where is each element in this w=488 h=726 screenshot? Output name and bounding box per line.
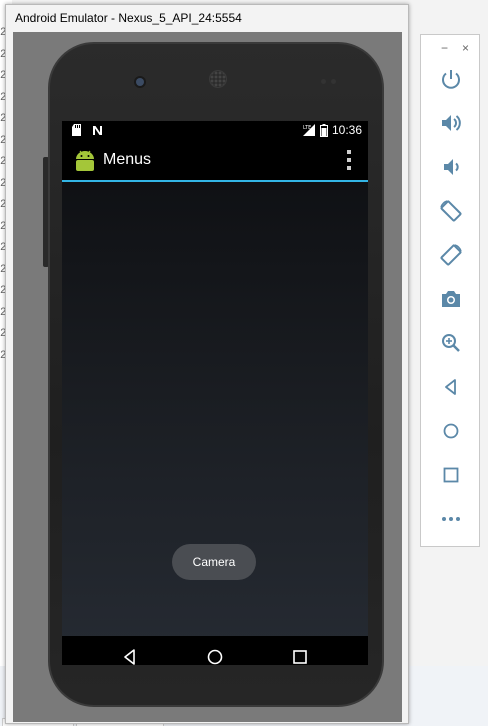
minimize-button[interactable]: −	[441, 41, 448, 55]
earpiece-speaker-icon	[209, 70, 227, 88]
home-icon[interactable]	[439, 419, 463, 443]
front-camera-icon	[136, 78, 144, 86]
device-screen[interactable]: LTE 10:36 Menus Camera	[62, 121, 368, 665]
emulator-window: Android Emulator - Nexus_5_API_24:5554 L…	[5, 4, 409, 724]
volume-up-icon[interactable]	[439, 111, 463, 135]
android-robot-icon[interactable]	[73, 148, 97, 172]
status-bar: LTE 10:36	[62, 121, 368, 140]
power-icon[interactable]	[439, 67, 463, 91]
emulator-toolbar: − ×	[420, 34, 480, 547]
screenshot-icon[interactable]	[439, 287, 463, 311]
back-icon[interactable]	[439, 375, 463, 399]
zoom-icon[interactable]	[439, 331, 463, 355]
sd-card-icon	[72, 124, 81, 136]
desktop: 2 2 2 2 2 2 2 2 2 2 2 2 2 2 2 2 Android …	[0, 0, 488, 726]
close-button[interactable]: ×	[462, 41, 469, 55]
overflow-menu-icon[interactable]	[344, 150, 354, 170]
phone-frame: LTE 10:36 Menus Camera	[48, 42, 384, 707]
emulator-canvas: LTE 10:36 Menus Camera	[13, 32, 402, 722]
toast-message: Camera	[172, 544, 256, 580]
sensor-dot	[331, 79, 336, 84]
volume-down-icon[interactable]	[439, 155, 463, 179]
navigation-bar	[62, 636, 368, 665]
home-icon[interactable]	[205, 647, 225, 665]
overview-icon[interactable]	[439, 463, 463, 487]
more-icon[interactable]	[439, 507, 463, 531]
svg-text:LTE: LTE	[303, 125, 311, 131]
action-bar: Menus	[62, 140, 368, 180]
back-icon[interactable]	[120, 647, 140, 665]
n-notification-icon	[93, 125, 102, 135]
action-bar-divider	[62, 180, 368, 182]
rotate-left-icon[interactable]	[439, 199, 463, 223]
status-time: 10:36	[331, 123, 362, 137]
recents-icon[interactable]	[290, 647, 310, 665]
lte-signal-icon: LTE	[302, 124, 315, 136]
battery-icon	[319, 123, 328, 137]
sensor-dot	[321, 79, 326, 84]
app-title: Menus	[103, 151, 152, 168]
rotate-right-icon[interactable]	[439, 243, 463, 267]
window-title: Android Emulator - Nexus_5_API_24:5554	[15, 11, 242, 25]
